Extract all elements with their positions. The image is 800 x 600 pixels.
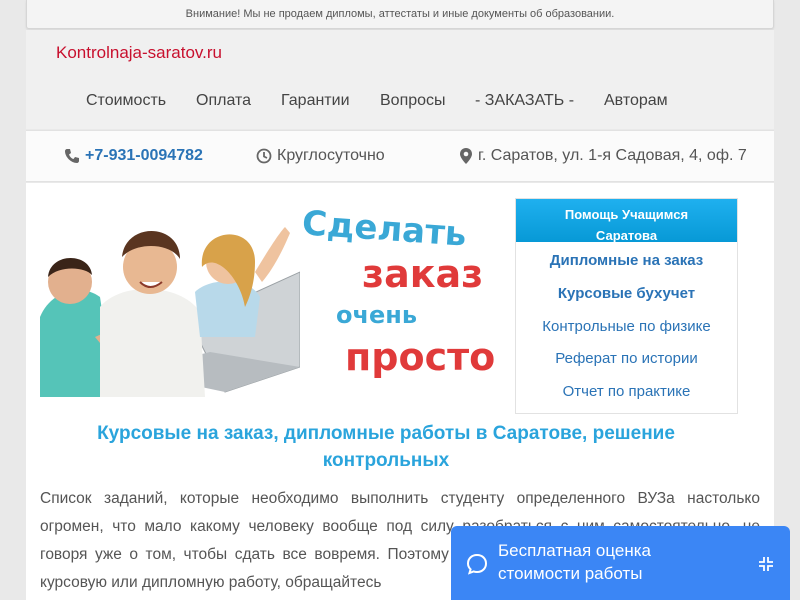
chat-label-line1: Бесплатная оценка — [498, 541, 651, 560]
page-title-line1: Курсовые на заказ, дипломные работы в Са… — [97, 423, 675, 444]
sidebar-title: Помощь Учащимся Саратова — [516, 199, 737, 243]
phone-contact[interactable]: +7-931-0094782 — [64, 147, 203, 165]
chat-label[interactable]: Бесплатная оценка стоимости работы — [498, 539, 718, 585]
banner-text-line3: очень — [336, 301, 417, 329]
phone-number[interactable]: +7-931-0094782 — [85, 147, 203, 165]
chat-widget[interactable]: Бесплатная оценка стоимости работы — [451, 526, 790, 600]
nav-item-order[interactable]: - ЗАКАЗАТЬ - — [475, 92, 574, 110]
sidebar-item-history-essay[interactable]: Реферат по истории — [516, 350, 737, 367]
chat-label-line2: стоимости работы — [498, 564, 643, 583]
address-contact: г. Саратов, ул. 1-я Садовая, 4, оф. 7 — [459, 147, 747, 165]
site-logo-link[interactable]: Kontrolnaja-saratov.ru — [56, 43, 222, 63]
clock-icon — [256, 148, 272, 164]
phone-icon — [65, 149, 79, 163]
map-marker-icon — [460, 148, 472, 164]
banner-text-line2: заказ — [362, 252, 484, 296]
banner-text-line1: Сделать — [300, 203, 468, 255]
nav-item-guarantees[interactable]: Гарантии — [281, 92, 350, 110]
banner-image: Сделать заказ очень просто — [40, 197, 500, 397]
hours-contact: Круглосуточно — [256, 147, 385, 165]
sidebar-title-line1: Помощь Учащимся — [564, 207, 689, 222]
sidebar-item-physics-tests[interactable]: Контрольные по физике — [516, 318, 737, 335]
sidebar-menu: Помощь Учащимся Саратова Дипломные на за… — [515, 198, 738, 414]
sidebar-item-coursework-accounting[interactable]: Курсовые бухучет — [516, 285, 737, 302]
notice-bar: Внимание! Мы не продаем дипломы, аттеста… — [26, 0, 774, 29]
nav-item-questions[interactable]: Вопросы — [380, 92, 446, 110]
sidebar-item-practice-report[interactable]: Отчет по практике — [516, 383, 737, 400]
banner-text-line4: просто — [345, 335, 496, 379]
sidebar-title-line2: Саратова — [595, 228, 658, 243]
chat-bubble-icon — [466, 553, 488, 575]
contacts-bar: +7-931-0094782 Круглосуточно г. Саратов,… — [26, 130, 774, 182]
nav-item-cost[interactable]: Стоимость — [86, 92, 166, 110]
page-title-line2: контрольных — [322, 450, 450, 471]
address-text: г. Саратов, ул. 1-я Садовая, 4, оф. 7 — [478, 147, 747, 164]
nav-item-payment[interactable]: Оплата — [196, 92, 251, 110]
page-title: Курсовые на заказ, дипломные работы в Са… — [86, 420, 686, 474]
working-hours: Круглосуточно — [277, 147, 385, 164]
students-laptop-illustration — [40, 227, 300, 397]
header: Kontrolnaja-saratov.ru Стоимость Оплата … — [26, 30, 774, 129]
nav-item-authors[interactable]: Авторам — [604, 92, 668, 110]
main-nav: Стоимость Оплата Гарантии Вопросы - ЗАКА… — [26, 92, 774, 116]
sidebar-item-diploma[interactable]: Дипломные на заказ — [516, 252, 737, 269]
expand-icon[interactable] — [757, 555, 775, 573]
